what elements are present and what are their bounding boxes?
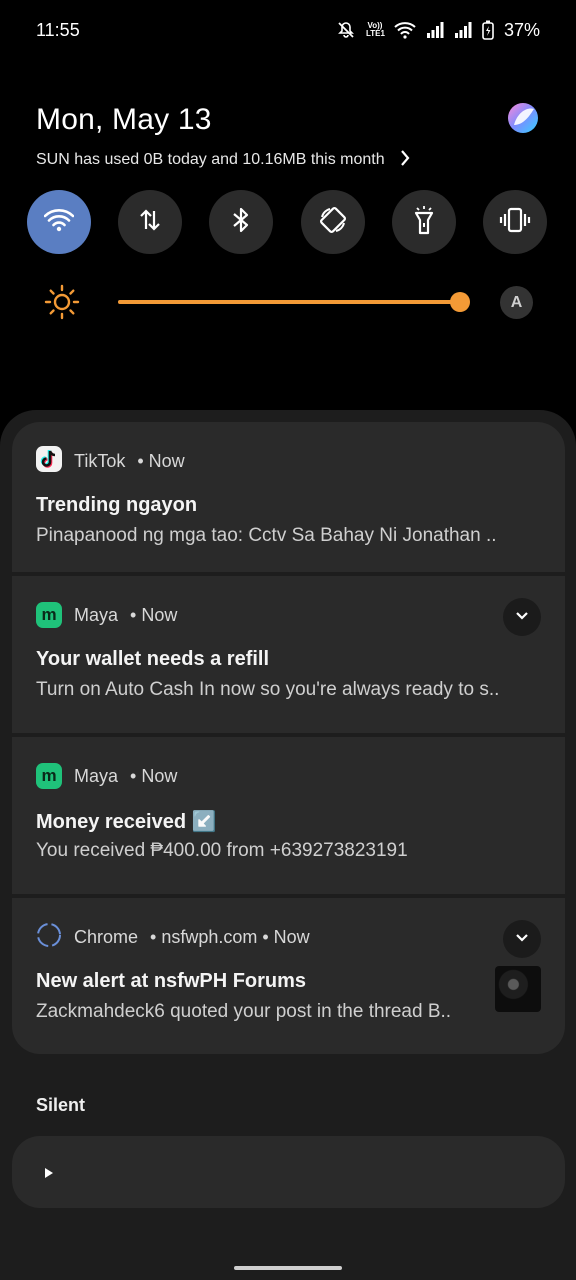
notification-chrome[interactable]: Chrome • nsfwph.com • Now New alert at n… — [12, 898, 565, 1054]
wifi-status-icon — [394, 21, 416, 39]
auto-rotate-toggle[interactable] — [300, 190, 365, 254]
mobile-data-toggle[interactable] — [118, 190, 183, 254]
data-usage-text: SUN has used 0B today and 10.16MB this m… — [36, 151, 385, 168]
wifi-toggle[interactable] — [27, 190, 91, 254]
flashlight-toggle[interactable] — [391, 190, 456, 254]
volte-icon: Vo)) LTE1 — [365, 21, 385, 38]
notification-header: Chrome • nsfwph.com • Now — [36, 922, 310, 953]
brightness-icon — [44, 284, 80, 325]
flashlight-icon — [413, 205, 435, 240]
signal-icon-2 — [454, 22, 472, 38]
notification-meta: • nsfwph.com • Now — [150, 926, 310, 947]
date: Mon, May 13 — [36, 103, 212, 136]
silent-section-label: Silent — [36, 1095, 86, 1115]
status-bar: 11:55 Vo)) LTE1 37% — [0, 0, 576, 60]
signal-icon-1 — [426, 22, 444, 38]
vibrate-icon — [499, 207, 531, 238]
notification-meta: • Now — [137, 450, 185, 471]
brightness-row: A — [44, 282, 536, 322]
play-icon — [44, 1166, 54, 1184]
chevron-down-icon — [515, 608, 529, 626]
notification-text: You received ₱400.00 from +639273823191 — [36, 840, 408, 861]
silent-notification[interactable] — [12, 1136, 565, 1208]
notification-app-name: Maya — [74, 765, 119, 786]
bluetooth-icon — [231, 206, 251, 239]
battery-icon — [482, 20, 494, 40]
chevron-right-icon — [399, 149, 411, 172]
notification-header: TikTok • Now — [36, 445, 185, 477]
maya-icon: m — [36, 602, 62, 628]
header: Mon, May 13 — [36, 100, 540, 140]
notification-maya-received[interactable]: m Maya • Now Money received ↙️ You recei… — [12, 737, 565, 894]
expand-button[interactable] — [503, 598, 541, 636]
notification-title: New alert at nsfwPH Forums — [36, 970, 307, 992]
vibrate-toggle[interactable] — [482, 190, 547, 254]
brightness-slider-fill — [118, 300, 460, 304]
notification-header: m Maya • Now — [36, 763, 177, 789]
maya-icon: m — [36, 763, 62, 789]
clock: 11:55 — [36, 19, 80, 40]
data-usage-row[interactable]: SUN has used 0B today and 10.16MB this m… — [36, 147, 411, 173]
data-transfer-icon — [138, 207, 162, 238]
notification-meta: • Now — [130, 765, 178, 786]
notification-title: Trending ngayon — [36, 494, 198, 516]
notification-app-name: Chrome — [74, 926, 139, 947]
tiktok-icon — [36, 445, 62, 477]
notification-header: m Maya • Now — [36, 602, 177, 628]
notification-text: Zackmahdeck6 quoted your post in the thr… — [36, 1001, 452, 1022]
status-icons: Vo)) LTE1 37% — [336, 20, 540, 41]
quick-settings — [27, 190, 547, 254]
chrome-icon — [36, 922, 62, 953]
assistant-icon[interactable] — [506, 101, 540, 140]
notification-title: Money received ↙️ — [36, 811, 217, 833]
chevron-down-icon — [515, 930, 529, 948]
notification-maya-refill[interactable]: m Maya • Now Your wallet needs a refill … — [12, 576, 565, 733]
expand-button[interactable] — [503, 920, 541, 958]
bluetooth-toggle[interactable] — [209, 190, 274, 254]
rotate-icon — [318, 205, 348, 240]
brightness-slider-thumb[interactable] — [450, 292, 470, 312]
notification-meta: • Now — [130, 604, 178, 625]
notification-text: Turn on Auto Cash In now so you're alway… — [36, 679, 500, 700]
brightness-slider[interactable] — [118, 292, 470, 312]
notification-tiktok[interactable]: TikTok • Now Trending ngayon Pinapanood … — [12, 422, 565, 572]
auto-brightness-button[interactable]: A — [500, 286, 533, 319]
mute-icon — [336, 20, 356, 40]
battery-percent: 37% — [503, 19, 540, 40]
wifi-icon — [43, 208, 75, 237]
home-indicator[interactable] — [234, 1266, 342, 1270]
notification-app-name: TikTok — [74, 450, 126, 471]
notification-list: TikTok • Now Trending ngayon Pinapanood … — [12, 422, 565, 1054]
notification-text: Pinapanood ng mga tao: Cctv Sa Bahay Ni … — [36, 525, 497, 546]
notification-app-name: Maya — [74, 604, 119, 625]
notification-thumbnail — [495, 966, 541, 1012]
notification-title: Your wallet needs a refill — [36, 648, 270, 670]
